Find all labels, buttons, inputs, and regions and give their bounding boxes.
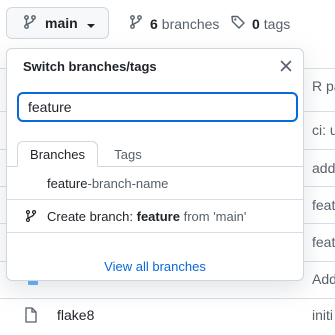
tag-icon <box>230 14 246 33</box>
git-branch-icon <box>128 14 144 33</box>
branch-search-input[interactable] <box>17 92 298 122</box>
view-all-branches-link[interactable]: View all branches <box>7 259 303 274</box>
tab-tags[interactable]: Tags <box>107 141 149 167</box>
commit-message[interactable]: feat <box>312 197 335 213</box>
branches-link[interactable]: 6 branches <box>128 14 219 33</box>
close-icon[interactable] <box>278 58 294 74</box>
repo-toolbar: main 6 branches 0 tags <box>0 0 335 46</box>
commit-message[interactable]: R par <box>312 78 335 94</box>
git-branch-icon <box>24 208 38 227</box>
commit-message[interactable]: Add <box>312 271 335 287</box>
branch-result-item[interactable]: feature-branch-name <box>7 167 303 200</box>
branch-result-label: feature-branch-name <box>47 176 168 191</box>
create-branch-item[interactable]: Create branch: feature from 'main' <box>7 200 303 233</box>
chevron-down-icon <box>86 16 96 32</box>
tags-count: 0 <box>252 15 260 32</box>
commit-message[interactable]: ci: u <box>312 122 335 138</box>
tags-link[interactable]: 0 tags <box>230 14 290 33</box>
branch-switcher-dropdown: Switch branches/tags Branches Tags featu… <box>6 48 304 281</box>
dropdown-title: Switch branches/tags <box>23 59 157 74</box>
branch-result-match: feature <box>47 176 88 191</box>
branch-selector-label: main <box>45 15 78 31</box>
branch-result-rest: -branch-name <box>87 176 169 191</box>
tab-branches[interactable]: Branches <box>17 141 98 167</box>
create-branch-name: feature <box>136 209 180 224</box>
create-branch-label: Create branch: feature from 'main' <box>47 209 246 224</box>
file-name[interactable]: flake8 <box>57 307 94 323</box>
branches-label: branches <box>161 15 220 32</box>
commit-message[interactable]: initi <box>312 307 333 323</box>
create-branch-from: from 'main' <box>179 209 247 224</box>
commit-message[interactable]: add <box>312 160 335 176</box>
branches-count: 6 <box>150 15 158 32</box>
branch-selector-button[interactable]: main <box>6 7 109 39</box>
dropdown-header: Switch branches/tags <box>7 49 303 85</box>
create-branch-prefix: Create branch: <box>47 209 137 224</box>
tags-label: tags <box>263 15 291 32</box>
commit-message[interactable]: feat <box>312 234 335 250</box>
git-branch-icon <box>22 14 38 33</box>
